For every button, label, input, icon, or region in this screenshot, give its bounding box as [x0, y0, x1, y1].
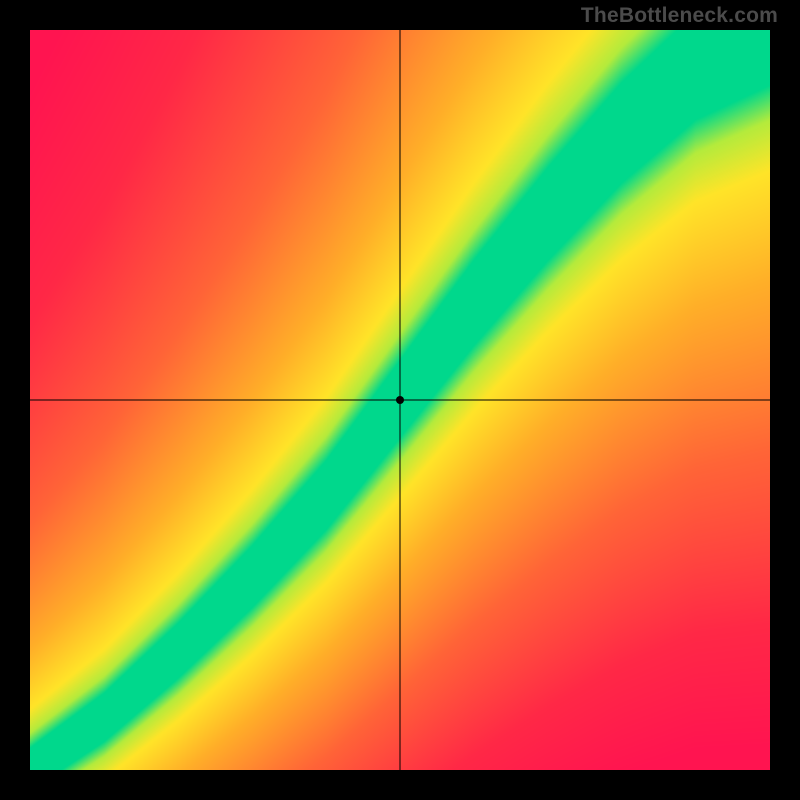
center-marker [396, 396, 404, 404]
heatmap-plot [30, 30, 770, 770]
watermark-text: TheBottleneck.com [581, 4, 778, 28]
